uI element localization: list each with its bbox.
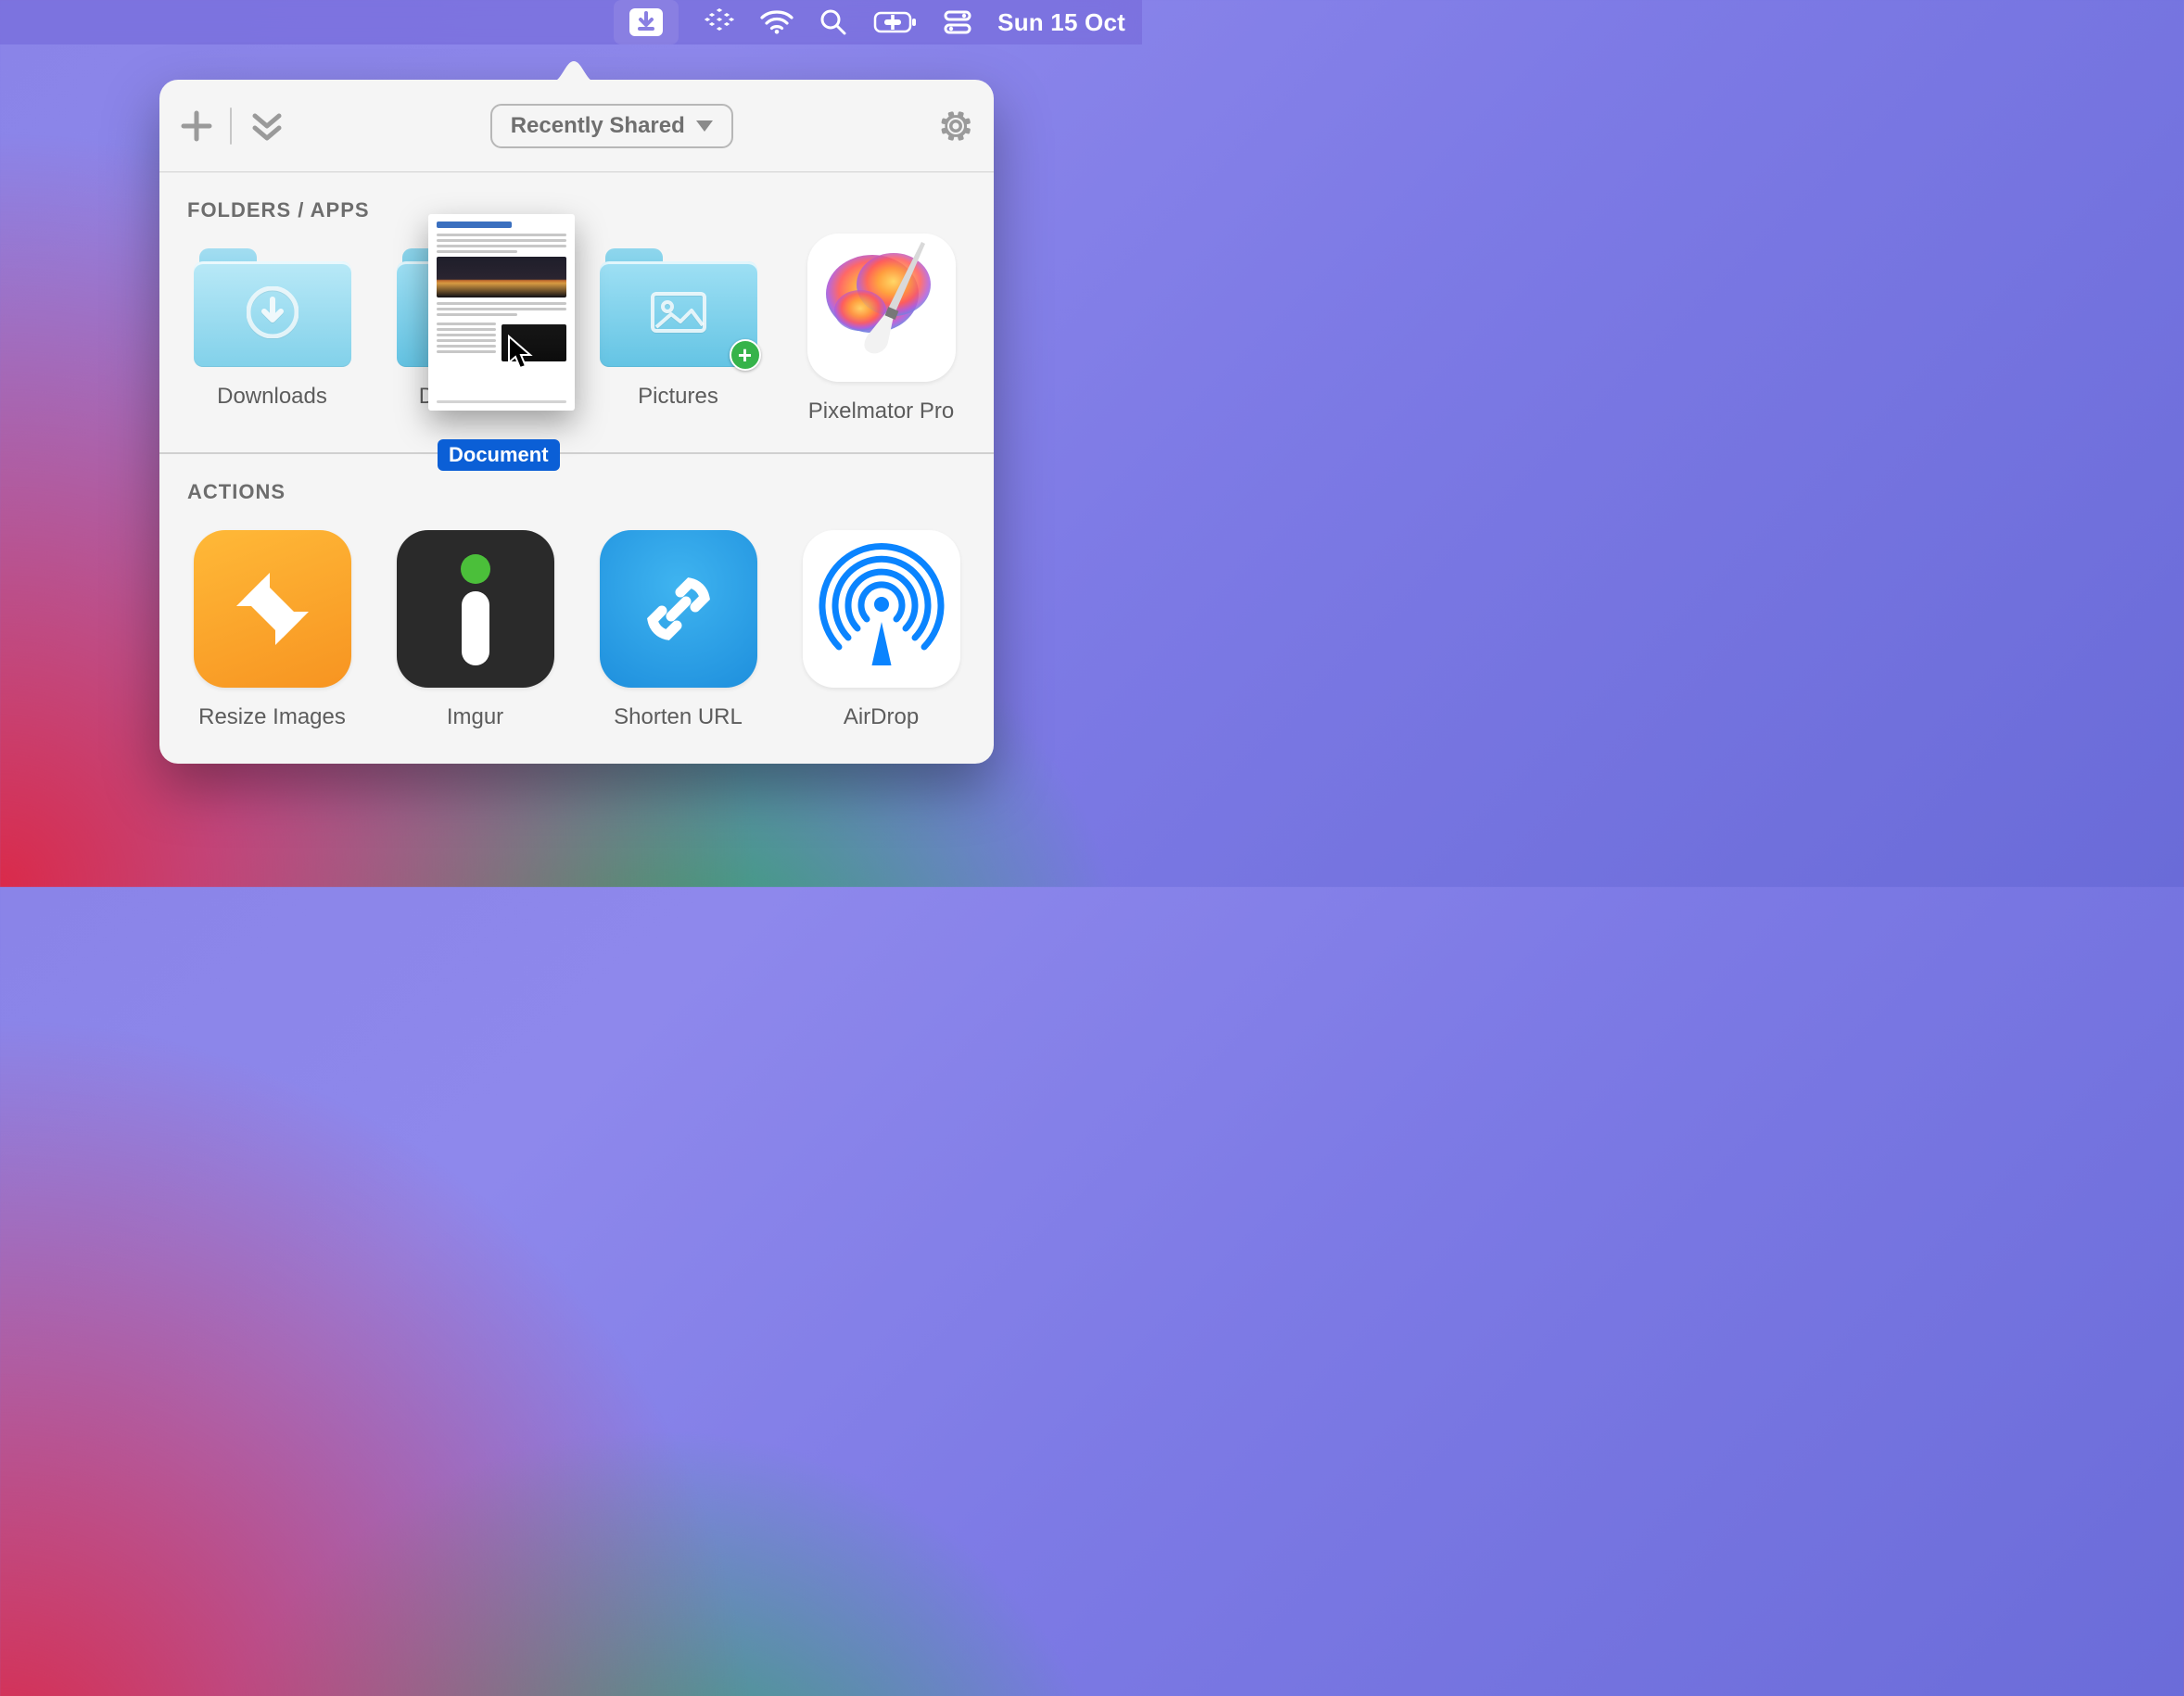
- image-icon: [649, 290, 708, 339]
- target-pixelmator-pro[interactable]: Pixelmator Pro: [781, 228, 981, 424]
- toolbar-separator: [230, 108, 232, 145]
- action-shorten-url[interactable]: Shorten URL: [578, 510, 778, 730]
- folder-label: Pictures: [638, 384, 718, 410]
- settings-button[interactable]: [938, 108, 973, 144]
- action-airdrop[interactable]: AirDrop: [781, 510, 981, 730]
- folder-icon: [194, 248, 351, 367]
- resize-icon: [194, 530, 351, 688]
- app-icon: [807, 234, 956, 382]
- link-icon: [600, 530, 757, 688]
- airdrop-icon: [803, 530, 960, 688]
- chevron-down-icon: [696, 120, 713, 132]
- action-imgur[interactable]: Imgur: [375, 510, 575, 730]
- folders-grid: Downloads Documents: [159, 228, 994, 452]
- section-folders-title: FOLDERS / APPS: [159, 172, 994, 228]
- action-label: AirDrop: [844, 704, 919, 730]
- menu-grid-icon[interactable]: [705, 7, 734, 37]
- target-pictures[interactable]: + Pictures: [578, 228, 778, 424]
- action-resize-images[interactable]: Resize Images: [172, 510, 372, 730]
- menu-search-icon[interactable]: [819, 8, 847, 36]
- menubar-date[interactable]: Sun 15 Oct: [997, 8, 1125, 37]
- target-downloads[interactable]: Downloads: [172, 228, 372, 424]
- filter-dropdown[interactable]: Recently Shared: [490, 104, 733, 148]
- menubar: Sun 15 Oct: [0, 0, 1142, 44]
- action-label: Resize Images: [198, 704, 346, 730]
- toolbar: Recently Shared: [159, 80, 994, 172]
- folder-icon: +: [600, 248, 757, 367]
- imgur-icon: [397, 530, 554, 688]
- add-button[interactable]: [180, 109, 213, 143]
- folder-label: Documents: [419, 384, 531, 410]
- menu-battery-icon[interactable]: [873, 10, 918, 34]
- actions-grid: Resize Images Imgur Shorten URL: [159, 510, 994, 764]
- menu-control-center-icon[interactable]: [944, 9, 971, 35]
- action-label: Shorten URL: [614, 704, 743, 730]
- folder-icon: [397, 248, 554, 367]
- download-arrow-icon: [247, 286, 298, 343]
- action-label: Imgur: [447, 704, 503, 730]
- filter-label: Recently Shared: [511, 113, 685, 139]
- plus-badge-icon: +: [730, 339, 761, 371]
- folder-label: Downloads: [217, 384, 327, 410]
- dropzone-popover: Recently Shared FOLDERS / APPS: [159, 80, 994, 764]
- section-actions-title: ACTIONS: [159, 454, 994, 510]
- document-stack-icon: [451, 288, 500, 341]
- popover-arrow: [552, 59, 595, 82]
- app-label: Pixelmator Pro: [808, 399, 954, 424]
- target-documents[interactable]: Documents: [375, 228, 575, 424]
- unfold-button[interactable]: [248, 108, 286, 145]
- menu-wifi-icon[interactable]: [760, 10, 794, 34]
- menu-dropzone-icon[interactable]: [614, 0, 679, 44]
